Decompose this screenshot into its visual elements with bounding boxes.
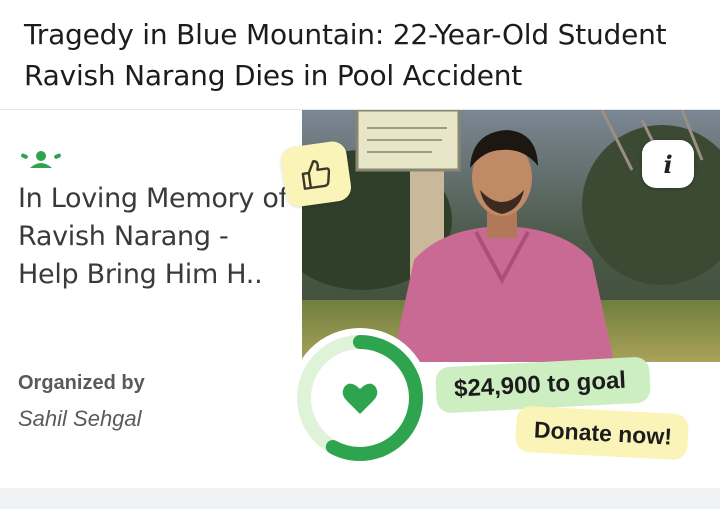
donate-now-button[interactable]: Donate now! — [514, 405, 690, 461]
info-button[interactable]: i — [642, 140, 694, 188]
organizer-name: Sahil Sehgal — [18, 406, 142, 431]
donate-label: Donate now! — [533, 415, 673, 450]
article-headline[interactable]: Tragedy in Blue Mountain: 22-Year-Old St… — [24, 14, 704, 96]
next-section-strip — [0, 488, 720, 509]
thumbs-up-icon — [301, 160, 331, 190]
fundraiser-ad-card[interactable]: In Loving Memory of Ravish Narang - Help… — [0, 110, 720, 488]
donation-progress-ring — [290, 328, 430, 468]
goal-text: $24,900 to goal — [453, 366, 627, 403]
fundraiser-logo-icon — [21, 151, 61, 168]
goal-amount-badge: $24,900 to goal — [434, 356, 652, 414]
organizer-label: Organized by — [18, 372, 145, 394]
heart-icon — [342, 383, 378, 414]
thumbs-up-badge — [279, 139, 353, 209]
info-icon: i — [663, 149, 673, 179]
fundraiser-title[interactable]: In Loving Memory of Ravish Narang - Help… — [18, 180, 290, 294]
